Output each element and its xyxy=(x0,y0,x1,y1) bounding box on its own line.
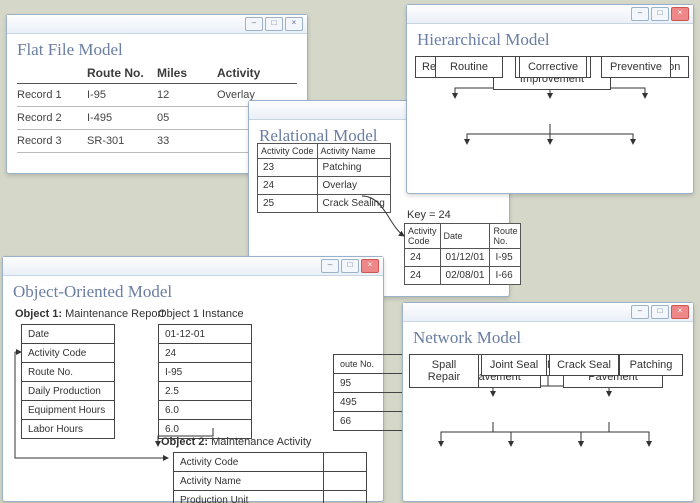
maximize-icon[interactable]: □ xyxy=(651,305,669,319)
panel-title: Network Model xyxy=(413,328,683,348)
titlebar: – □ × xyxy=(407,5,693,24)
panel-title: Object-Oriented Model xyxy=(13,282,373,302)
close-icon[interactable]: × xyxy=(671,7,689,21)
oo-fields2-table: Activity Code Activity Name Production U… xyxy=(173,452,367,503)
panel-title: Flat File Model xyxy=(17,40,297,60)
minimize-icon[interactable]: – xyxy=(631,7,649,21)
tree-node: Routine xyxy=(435,56,503,78)
network-panel: – □ × Network Model Preventive Maintenan… xyxy=(402,302,694,502)
oo-values-table: 01-12-0124I-95 2.56.06.0 xyxy=(158,324,252,439)
oo-fields-table: DateActivity CodeRoute No. Daily Product… xyxy=(21,324,115,439)
titlebar: – □ × xyxy=(3,257,383,276)
minimize-icon[interactable]: – xyxy=(245,17,263,31)
close-icon[interactable]: × xyxy=(671,305,689,319)
tree-node: Patching xyxy=(619,354,683,376)
maximize-icon[interactable]: □ xyxy=(265,17,283,31)
close-icon[interactable]: × xyxy=(361,259,379,273)
table-header: Route No. Miles Activity xyxy=(17,66,297,84)
oo-panel: – □ × Object-Oriented Model Object 1: Ma… xyxy=(2,256,384,502)
tree-node: Crack Seal xyxy=(549,354,619,376)
relational-table-2: Activity CodeDateRoute No. 2401/12/01I-9… xyxy=(404,223,521,285)
panel-title: Hierarchical Model xyxy=(417,30,683,50)
minimize-icon[interactable]: – xyxy=(321,259,339,273)
relational-table-1: Activity CodeActivity Name 23Patching 24… xyxy=(257,143,391,213)
key-label: Key = 24 xyxy=(407,209,451,221)
hierarchical-panel: – □ × Hierarchical Model Pavement Improv… xyxy=(406,4,694,194)
titlebar: – □ × xyxy=(403,303,693,322)
tree-node: Corrective xyxy=(519,56,587,78)
tree-node: Joint Seal xyxy=(481,354,547,376)
instance-label: Object 1 Instance xyxy=(158,308,244,320)
close-icon[interactable]: × xyxy=(285,17,303,31)
tree-node: Preventive xyxy=(601,56,671,78)
maximize-icon[interactable]: □ xyxy=(651,7,669,21)
object-2-label: Object 2: xyxy=(161,436,208,448)
titlebar: – □ × xyxy=(7,15,307,34)
minimize-icon[interactable]: – xyxy=(631,305,649,319)
object-1-label: Object 1: xyxy=(15,308,62,320)
tree-node: Spall Repair xyxy=(409,354,479,388)
maximize-icon[interactable]: □ xyxy=(341,259,359,273)
